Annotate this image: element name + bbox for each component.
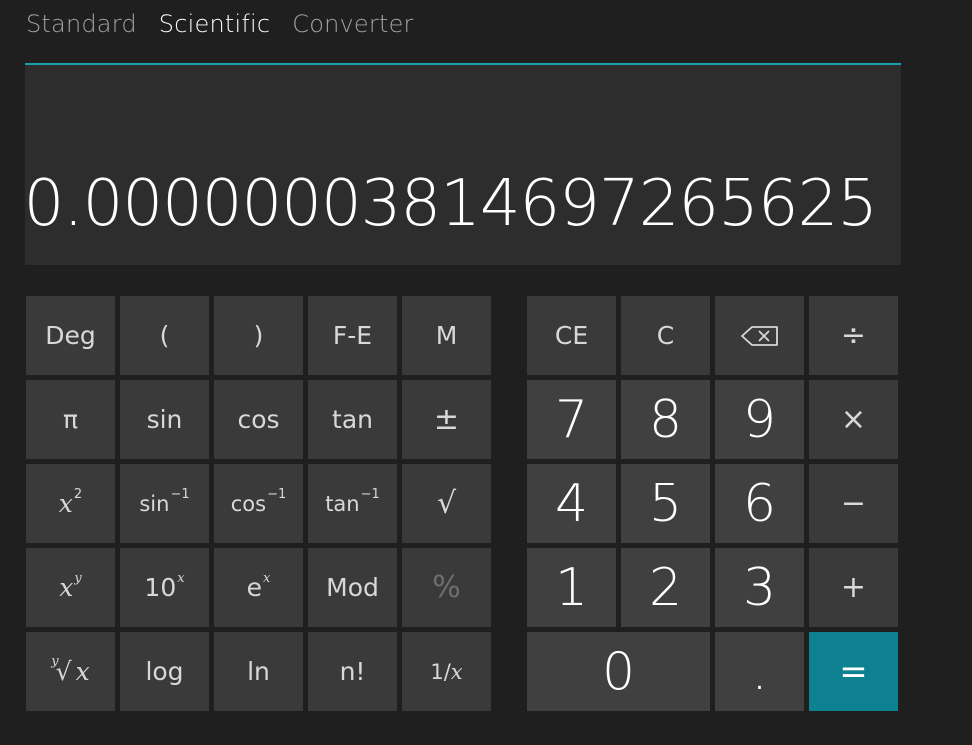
arccos-base: cos [230, 491, 267, 516]
pi-button[interactable]: π [26, 380, 115, 459]
arccos-exponent: −1 [267, 487, 287, 502]
tab-standard[interactable]: Standard [26, 10, 137, 38]
ln-button[interactable]: ln [214, 632, 303, 711]
digit-4-button[interactable]: 4 [527, 464, 616, 543]
tan-button[interactable]: tan [308, 380, 397, 459]
number-keypad: CE C ÷ 7 8 9 × 4 5 6 − 1 2 3 + 0 . = [527, 296, 898, 711]
arcsin-button[interactable]: sin −1 [120, 464, 209, 543]
square-button[interactable]: x2 [26, 464, 115, 543]
exp-button[interactable]: ex [214, 548, 303, 627]
arcsin-base: sin [139, 491, 170, 516]
scientific-keypad: Deg ( ) F-E M π sin cos tan ± x2 sin −1 c… [26, 296, 491, 711]
fe-button[interactable]: F-E [308, 296, 397, 375]
digit-2-button[interactable]: 2 [621, 548, 710, 627]
digit-5-button[interactable]: 5 [621, 464, 710, 543]
digit-8-button[interactable]: 8 [621, 380, 710, 459]
digit-7-button[interactable]: 7 [527, 380, 616, 459]
backspace-icon [740, 325, 778, 346]
power-button[interactable]: xy [26, 548, 115, 627]
divide-button[interactable]: ÷ [809, 296, 898, 375]
open-paren-button[interactable]: ( [120, 296, 209, 375]
ten-power-exponent: x [177, 571, 185, 586]
deg-button[interactable]: Deg [26, 296, 115, 375]
power-base: x [59, 573, 74, 602]
backspace-button[interactable] [715, 296, 804, 375]
digit-3-button[interactable]: 3 [715, 548, 804, 627]
tab-scientific[interactable]: Scientific [159, 10, 270, 38]
digit-6-button[interactable]: 6 [715, 464, 804, 543]
digit-1-button[interactable]: 1 [527, 548, 616, 627]
digit-0-button[interactable]: 0 [527, 632, 710, 711]
ten-power-base: 10 [144, 573, 177, 602]
decimal-button[interactable]: . [715, 632, 804, 711]
arccos-button[interactable]: cos −1 [214, 464, 303, 543]
reciprocal-numerator: 1/ [430, 659, 451, 684]
exp-exponent: x [263, 571, 271, 586]
subtract-button[interactable]: − [809, 464, 898, 543]
arctan-exponent: −1 [360, 487, 380, 502]
plus-minus-button[interactable]: ± [402, 380, 491, 459]
digit-9-button[interactable]: 9 [715, 380, 804, 459]
multiply-button[interactable]: × [809, 380, 898, 459]
ten-power-button[interactable]: 10 x [120, 548, 209, 627]
square-base: x [58, 489, 73, 518]
exp-base: e [246, 573, 263, 602]
square-exponent: 2 [73, 487, 83, 502]
close-paren-button[interactable]: ) [214, 296, 303, 375]
square-root-button[interactable]: √ [402, 464, 491, 543]
cos-button[interactable]: cos [214, 380, 303, 459]
arctan-base: tan [325, 491, 360, 516]
memory-button[interactable]: M [402, 296, 491, 375]
root-index: y [51, 654, 59, 669]
display-value: 0.00000003814697265625 [23, 167, 878, 241]
power-exponent: y [74, 571, 82, 586]
mode-tabs: Standard Scientific Converter [26, 6, 414, 42]
nth-root-button[interactable]: y √ x [26, 632, 115, 711]
calculator-app: Standard Scientific Converter 0.00000003… [0, 0, 972, 745]
equals-button[interactable]: = [809, 632, 898, 711]
clear-button[interactable]: C [621, 296, 710, 375]
log-button[interactable]: log [120, 632, 209, 711]
reciprocal-button[interactable]: 1/x [402, 632, 491, 711]
clear-entry-button[interactable]: CE [527, 296, 616, 375]
factorial-button[interactable]: n! [308, 632, 397, 711]
arcsin-exponent: −1 [170, 487, 190, 502]
arctan-button[interactable]: tan −1 [308, 464, 397, 543]
root-radicand: x [75, 657, 90, 686]
mod-button[interactable]: Mod [308, 548, 397, 627]
sin-button[interactable]: sin [120, 380, 209, 459]
result-display: 0.00000003814697265625 [23, 65, 901, 265]
percent-button[interactable]: % [402, 548, 491, 627]
reciprocal-x: x [450, 659, 463, 684]
add-button[interactable]: + [809, 548, 898, 627]
tab-converter[interactable]: Converter [292, 10, 413, 38]
